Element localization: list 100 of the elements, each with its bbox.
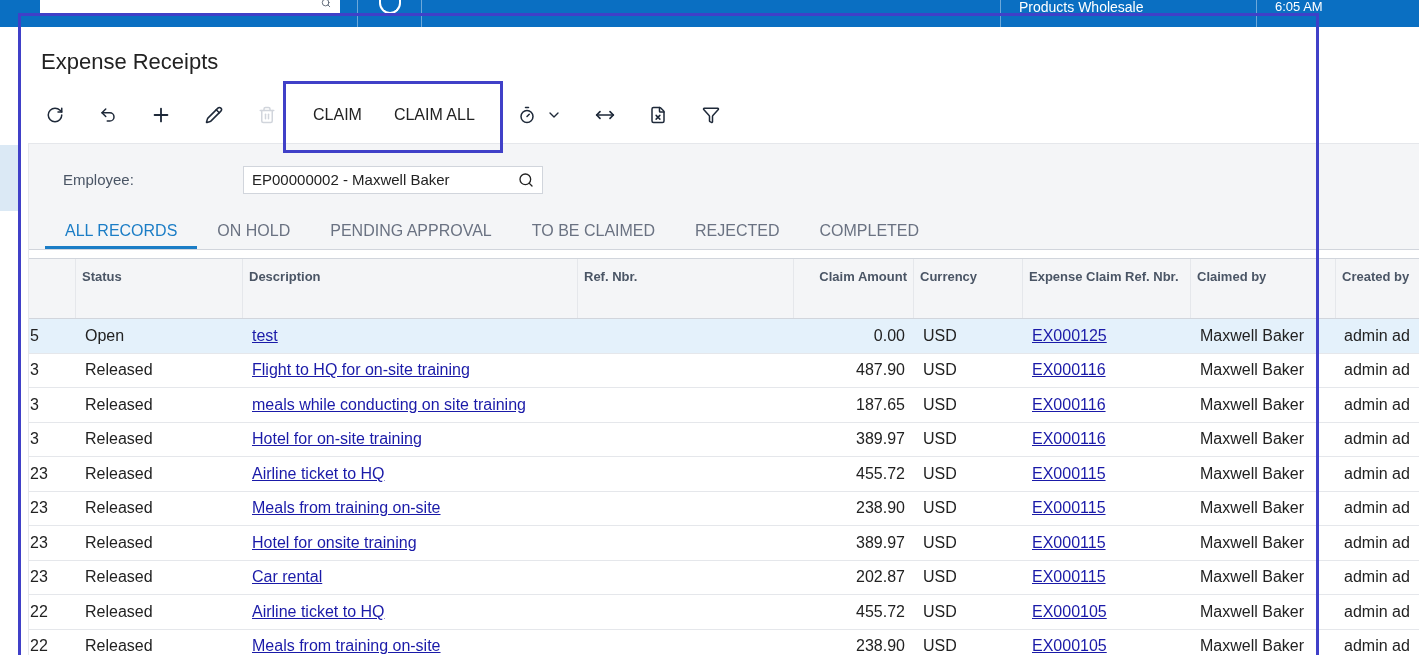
table-cell: USD (923, 568, 957, 586)
table-cell: USD (923, 637, 957, 655)
table-cell: Released (85, 430, 153, 448)
record-link[interactable]: Airline ticket to HQ (252, 464, 385, 482)
table-cell: 238.90 (856, 637, 905, 655)
table-cell: 389.97 (856, 430, 905, 448)
table-cell: 23 (30, 464, 48, 482)
claim-button[interactable]: CLAIM (297, 97, 378, 133)
page-title: Expense Receipts (40, 48, 220, 76)
table-cell: admin ad (1344, 361, 1410, 379)
record-link[interactable]: EX000116 (1032, 395, 1106, 413)
record-link[interactable]: EX000115 (1032, 533, 1106, 551)
table-cell: 23 (30, 533, 48, 551)
column-header[interactable]: Claim Amount (819, 269, 907, 284)
column-header[interactable]: Description (249, 269, 321, 284)
table-cell: admin ad (1344, 499, 1410, 517)
table-cell: 202.87 (856, 568, 905, 586)
table-cell: USD (923, 602, 957, 620)
employee-field[interactable]: EP00000002 - Maxwell Baker (243, 166, 543, 194)
table-cell: 389.97 (856, 533, 905, 551)
record-link[interactable]: EX000116 (1032, 430, 1106, 448)
table-cell: USD (923, 464, 957, 482)
table-cell: USD (923, 533, 957, 551)
table-cell: Maxwell Baker (1200, 637, 1305, 655)
table-row[interactable]: 5 Open test 0.00 USD EX000125 Maxwell Baker admin ad (29, 319, 1419, 354)
employee-label: Employee: (63, 169, 135, 190)
table-cell: Maxwell Baker (1200, 430, 1305, 448)
record-link[interactable]: Meals from training on-site (252, 637, 441, 655)
table-cell: 5 (30, 326, 39, 344)
search-icon (320, 0, 332, 8)
table-cell: 23 (30, 499, 48, 517)
time-selector[interactable]: 6:05 AM (1256, 0, 1419, 27)
table-cell: Released (85, 568, 153, 586)
table-cell: Released (85, 464, 153, 482)
table-cell: 455.72 (856, 464, 905, 482)
table-cell: Maxwell Baker (1200, 533, 1305, 551)
table-cell: Released (85, 637, 153, 655)
filter-tab[interactable]: ON HOLD (197, 216, 311, 249)
table-cell: Released (85, 395, 153, 413)
filter-tab[interactable]: PENDING APPROVAL (310, 216, 512, 249)
record-link[interactable]: EX000115 (1032, 464, 1106, 482)
table-cell: USD (923, 430, 957, 448)
table-cell: USD (923, 326, 957, 344)
table-cell: admin ad (1344, 326, 1410, 344)
table-cell: Maxwell Baker (1200, 464, 1305, 482)
table-cell: Maxwell Baker (1200, 395, 1305, 413)
table-cell: 23 (30, 568, 48, 586)
filter-tab[interactable]: REJECTED (675, 216, 800, 249)
column-header[interactable]: Claimed by (1197, 269, 1267, 284)
table-cell: admin ad (1344, 395, 1410, 413)
record-link[interactable]: EX000105 (1032, 602, 1107, 620)
table-cell: 0.00 (873, 326, 905, 344)
column-header[interactable]: Currency (920, 269, 978, 284)
search-icon (518, 172, 534, 188)
record-link[interactable]: EX000125 (1032, 326, 1107, 344)
filter-tab[interactable]: COMPLETED (799, 216, 940, 249)
table-cell: Released (85, 533, 153, 551)
record-link[interactable]: Car rental (252, 568, 323, 586)
table-cell: Maxwell Baker (1200, 602, 1305, 620)
column-header[interactable]: Status (82, 269, 122, 284)
table-cell: Released (85, 499, 153, 517)
record-link[interactable]: test (252, 326, 278, 344)
table-cell: admin ad (1344, 568, 1410, 586)
table-cell: Maxwell Baker (1200, 326, 1305, 344)
record-link[interactable]: meals while conducting on site training (252, 395, 526, 413)
filter-tab[interactable]: TO BE CLAIMED (511, 216, 676, 249)
table-cell: USD (923, 361, 957, 379)
company-selector[interactable]: Products Wholesale (1000, 0, 1256, 27)
table-cell: admin ad (1344, 533, 1410, 551)
table-cell: Maxwell Baker (1200, 568, 1305, 586)
table-cell: 487.90 (856, 361, 905, 379)
table-cell: Maxwell Baker (1200, 499, 1305, 517)
column-header[interactable]: Created by (1342, 269, 1410, 284)
record-link[interactable]: EX000116 (1032, 361, 1106, 379)
table-cell: 187.65 (856, 395, 905, 413)
table-cell: USD (923, 499, 957, 517)
table-cell: Released (85, 361, 153, 379)
record-link[interactable]: EX000105 (1032, 637, 1107, 655)
table-cell: 238.90 (856, 499, 905, 517)
record-link[interactable]: Meals from training on-site (252, 499, 441, 517)
table-cell: admin ad (1344, 430, 1410, 448)
record-link[interactable]: Hotel for onsite training (252, 533, 417, 551)
table-cell: USD (923, 395, 957, 413)
claim-button[interactable]: CLAIM ALL (377, 97, 491, 133)
record-link[interactable]: Flight to HQ for on-site training (252, 361, 470, 379)
column-header[interactable]: Ref. Nbr. (584, 269, 638, 284)
table-cell: Open (85, 326, 125, 344)
table-cell: admin ad (1344, 637, 1410, 655)
column-header[interactable]: Expense Claim Ref. Nbr. (1029, 269, 1179, 284)
record-link[interactable]: EX000115 (1032, 499, 1106, 517)
record-link[interactable]: Hotel for on-site training (252, 430, 422, 448)
record-link[interactable]: EX000115 (1032, 568, 1106, 586)
table-cell: 3 (30, 361, 39, 379)
search-field[interactable] (40, 0, 340, 13)
table-cell: admin ad (1344, 602, 1410, 620)
table-cell: Maxwell Baker (1200, 361, 1305, 379)
table-cell: Released (85, 602, 153, 620)
record-link[interactable]: Airline ticket to HQ (252, 602, 385, 620)
table-cell: 455.72 (856, 602, 905, 620)
table-cell: 3 (30, 395, 39, 413)
